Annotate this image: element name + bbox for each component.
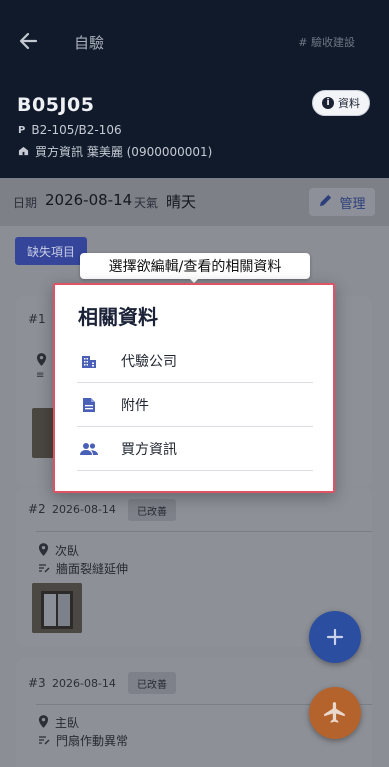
building-icon bbox=[79, 351, 99, 371]
issue-location: 主臥 bbox=[55, 716, 80, 730]
document-icon bbox=[79, 395, 99, 415]
note-icon bbox=[38, 562, 50, 576]
issue-description: 牆面裂縫延伸 bbox=[56, 562, 129, 576]
issue-number: #1 bbox=[28, 312, 46, 326]
date-label: 日期 bbox=[13, 196, 38, 210]
status-badge: 已改善 bbox=[128, 672, 176, 694]
menu-item-label: 附件 bbox=[121, 397, 149, 414]
manage-button[interactable]: 管理 bbox=[309, 188, 375, 216]
issue-date: 2026-08-14 bbox=[52, 677, 116, 690]
dialog-title: 相關資料 bbox=[78, 305, 158, 329]
buyer-row: 買方資訊 葉美麗 (0900000001) bbox=[18, 143, 212, 160]
plus-icon bbox=[326, 628, 344, 646]
issue-location: 次臥 bbox=[55, 544, 80, 558]
location-pin-icon bbox=[38, 542, 49, 559]
tutorial-tooltip: 選擇欲編輯/查看的相關資料 bbox=[80, 253, 310, 279]
date-value: 2026-08-14 bbox=[45, 191, 133, 209]
manage-label: 管理 bbox=[339, 196, 366, 212]
issue-location-row: 主臥 bbox=[38, 714, 79, 731]
issue-date: 2026-08-14 bbox=[52, 503, 116, 516]
info-icon: i bbox=[322, 97, 334, 109]
issue-number: #2 bbox=[28, 502, 46, 516]
issue-photo[interactable] bbox=[32, 583, 82, 633]
info-button-label: 資料 bbox=[338, 97, 360, 110]
issue-number: #3 bbox=[28, 676, 46, 690]
missing-items-tab[interactable]: 缺失項目 bbox=[15, 237, 87, 265]
unit-number: B2-105/B2-106 bbox=[31, 123, 122, 137]
location-pin-icon bbox=[38, 714, 49, 731]
page-title: 自驗 bbox=[74, 34, 105, 52]
send-fab-button[interactable] bbox=[309, 687, 361, 739]
menu-item-attachments[interactable]: 附件 bbox=[77, 383, 313, 427]
menu-item-label: 買方資訊 bbox=[121, 441, 177, 458]
unit-row: P B2-105/B2-106 bbox=[18, 123, 122, 137]
people-icon bbox=[79, 439, 99, 459]
menu-item-inspection-company[interactable]: 代驗公司 bbox=[77, 339, 313, 383]
issue-location-row: 次臥 bbox=[38, 542, 79, 559]
divider bbox=[36, 531, 372, 532]
parking-icon: P bbox=[18, 124, 26, 136]
status-badge: 已改善 bbox=[128, 499, 176, 521]
buyer-info: 買方資訊 葉美麗 (0900000001) bbox=[35, 145, 213, 159]
info-button[interactable]: i 資料 bbox=[312, 90, 370, 116]
house-icon bbox=[18, 145, 29, 159]
add-fab-button[interactable] bbox=[309, 611, 361, 663]
back-arrow-icon[interactable] bbox=[16, 28, 42, 54]
related-data-dialog: 相關資料 代驗公司 附件 買方資訊 bbox=[53, 283, 335, 493]
issue-edit-icon: ≡ bbox=[36, 370, 45, 381]
note-icon bbox=[38, 734, 50, 748]
weather-label: 天氣 bbox=[134, 196, 159, 210]
menu-item-buyer-info[interactable]: 買方資訊 bbox=[77, 427, 313, 471]
menu-item-label: 代驗公司 bbox=[121, 353, 177, 370]
project-tag[interactable]: # 驗收建設 bbox=[298, 34, 355, 50]
issue-description: 門扇作動異常 bbox=[56, 734, 129, 748]
pencil-icon bbox=[318, 193, 333, 212]
app-header: 自驗 # 驗收建設 B05J05 i 資料 P B2-105/B2-106 買方… bbox=[0, 0, 389, 178]
airplane-icon bbox=[324, 702, 345, 723]
location-pin-icon bbox=[36, 351, 47, 370]
issue-description-row: 門扇作動異常 bbox=[38, 732, 128, 749]
weather-value: 晴天 bbox=[166, 193, 197, 211]
issue-description-row: 牆面裂縫延伸 bbox=[38, 560, 128, 577]
unit-code: B05J05 bbox=[17, 94, 95, 116]
